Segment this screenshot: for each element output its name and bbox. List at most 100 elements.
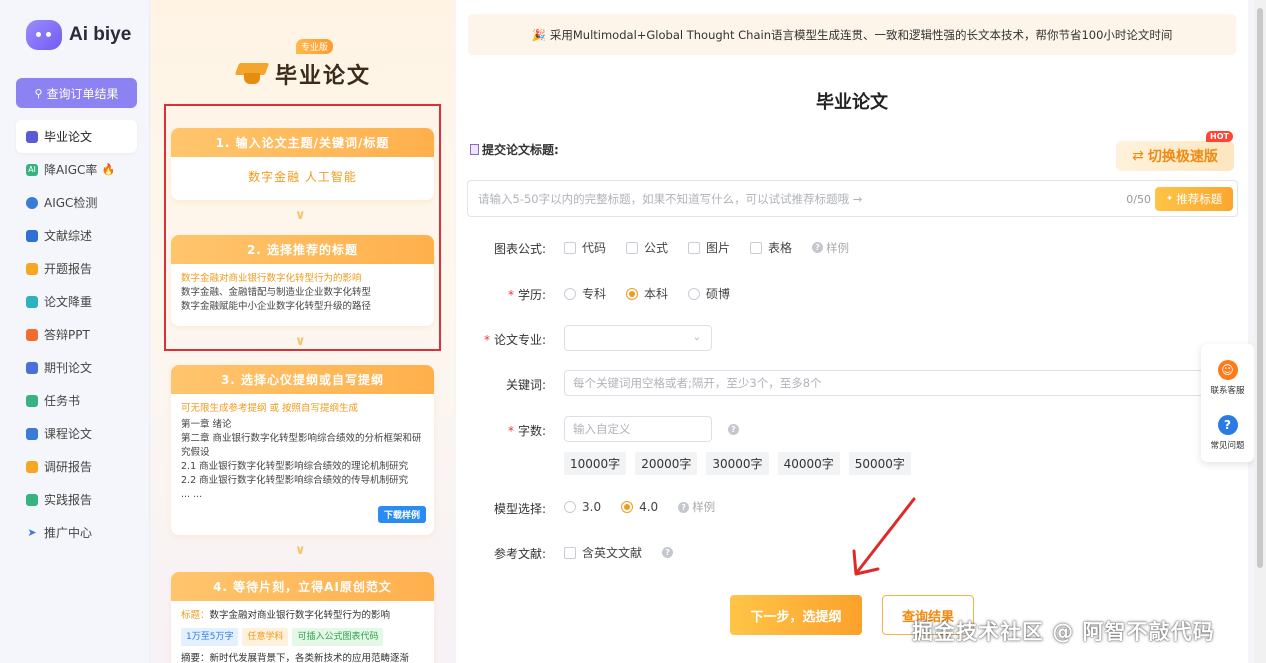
title-placeholder: 请输入5-50字以内的完整标题，如果不知道写什么，可以试试推荐标题哦 → [478,191,863,206]
sidebar-item-promotion[interactable]: ➤ 推广中心 [16,516,137,549]
search-icon: ⚲ [34,86,43,100]
wordcount-chip[interactable]: 50000字 [848,452,911,475]
wordcount-input[interactable]: 输入自定义 [564,416,712,442]
submit-title-text: 提交论文标题: [482,143,559,157]
recommend-title-button[interactable]: ✦ 推荐标题 [1155,187,1233,211]
question-icon: ? [1217,415,1238,435]
sidebar-item-practice[interactable]: 实践报告 [16,483,137,516]
annotation-arrow [852,497,916,576]
sidebar-item-task[interactable]: 任务书 [16,384,137,417]
image-checkbox[interactable]: 图片 [688,239,730,256]
model-radio-4[interactable]: 4.0 [621,500,658,514]
customer-service-label: 联系客服 [1210,386,1245,396]
table-checkbox[interactable]: 表格 [750,239,792,256]
charts-options: 代码 公式 图片 表格 ? 样例 [564,239,849,256]
charts-sample-link[interactable]: ? 样例 [812,240,849,256]
checkbox-label: 代码 [582,241,607,255]
model-radio-3[interactable]: 3.0 [564,500,601,514]
banner-text: 采用Multimodal+Global Thought Chain语言模型生成连… [549,27,1173,42]
checkbox-label: 图片 [706,241,731,255]
watermark-text: 掘金技术社区 @ 阿智不敲代码 [912,620,1215,644]
outline-line: ... ... [181,489,203,500]
radio-circle [564,287,576,300]
page-scrollbar[interactable] [1254,0,1266,663]
refresh-icon [26,295,38,308]
references-label: 参考文献: [493,547,546,561]
wordcount-chip[interactable]: 30000字 [706,452,769,475]
promo-panel: 专业版 毕业论文 1. 输入论文主题/关键词/标题 数字金融 人工智能 ∨ 2.… [151,0,455,663]
checkbox-box [750,241,763,254]
required-mark: * [483,333,490,347]
sidebar-item-literature[interactable]: 文献综述 [16,219,137,252]
wordcount-chip[interactable]: 40000字 [777,452,840,475]
checkbox-box [626,241,639,254]
survey-icon [26,460,38,473]
help-icon[interactable]: ? [728,423,739,435]
step4-card: 4. 等待片刻，立得AI原创范文 标题：数字金融对商业银行数字化转型行为的影响 … [171,572,434,663]
sidebar-item-label: 论文降重 [44,295,93,309]
keywords-control: 每个关键词用空格或者;隔开，至少3个，至多8个 [564,370,1204,396]
sidebar-item-proposal[interactable]: 开题报告 [16,252,137,285]
switch-speed-button[interactable]: ⇄ 切换极速版 [1116,141,1234,171]
checkbox-label: 公式 [644,241,669,255]
outline-line: 2.2 商业银行数字化转型影响综合绩效的传导机制研究 [181,475,409,486]
sidebar-item-label: 期刊论文 [44,361,93,375]
promo-title-text: 毕业论文 [275,64,372,89]
required-mark: * [507,424,514,438]
logo[interactable]: Ai biye [26,20,131,50]
course-icon [26,427,38,440]
radio-label: 4.0 [639,500,659,514]
step3-hint: 可无限生成参考提纲 或 按照自写提纲生成 [181,403,359,414]
highlight-frame [164,104,441,351]
download-sample-button[interactable]: 下载样例 [377,506,426,523]
headset-icon: ☺ [1217,360,1238,380]
degree-options: 专科 本科 硕博 [564,285,750,302]
sidebar-item-course[interactable]: 课程论文 [16,417,137,450]
degree-radio-junior[interactable]: 专科 [564,285,606,302]
sidebar-item-thesis[interactable]: 毕业论文 [16,120,137,153]
pro-tag: 专业版 [296,39,334,54]
step4-abstract: 摘要：新时代发展背景下，各类新技术的应用范畴逐渐 [181,653,410,663]
sidebar-item-label: 开题报告 [44,262,93,276]
hot-badge: HOT [1206,131,1233,142]
faq-button[interactable]: ? 常见问题 [1201,415,1254,451]
graduation-cap-icon [26,130,38,143]
wordcount-chip[interactable]: 10000字 [564,452,627,475]
help-icon[interactable]: ? [662,547,674,558]
major-select[interactable]: ⌄ [564,325,712,351]
degree-radio-bachelor[interactable]: 本科 [626,285,668,302]
degree-radio-master[interactable]: 硕博 [688,285,730,302]
code-checkbox[interactable]: 代码 [564,239,606,256]
customer-service-button[interactable]: ☺ 联系客服 [1201,360,1254,396]
english-refs-checkbox[interactable]: 含英文文献 [564,544,642,561]
wordcount-chip[interactable]: 20000字 [635,452,698,475]
formula-checkbox[interactable]: 公式 [626,239,668,256]
sidebar-item-survey[interactable]: 调研报告 [16,450,137,483]
help-icon: ? [678,501,690,513]
sidebar-item-reduce-aigc[interactable]: AI 降AIGC率 🔥 [16,153,137,186]
sidebar-item-journal[interactable]: 期刊论文 [16,351,137,384]
model-sample-link[interactable]: ? 样例 [678,499,715,515]
sidebar-item-label: 答辩PPT [44,328,90,342]
sidebar-item-label: AIGC检测 [44,196,98,210]
sidebar-item-aigc-detect[interactable]: AIGC检测 [16,186,137,219]
title-input[interactable]: 请输入5-50字以内的完整标题，如果不知道写什么，可以试试推荐标题哦 → 0/5… [467,180,1238,217]
step4-title-key: 标题： [181,610,210,621]
keywords-label: 关键词: [505,378,546,392]
keywords-placeholder: 每个关键词用空格或者;隔开，至少3个，至多8个 [573,376,822,390]
subject-chip: 任意学科 [242,628,289,646]
step4-header: 4. 等待片刻，立得AI原创范文 [171,572,434,601]
query-order-button[interactable]: ⚲ 查询订单结果 [16,78,137,108]
floating-help-panel: ☺ 联系客服 ? 常见问题 [1201,344,1254,462]
next-step-button[interactable]: 下一步，选提纲 [730,595,862,635]
task-icon [26,394,38,407]
journal-icon [26,361,38,374]
send-icon: ➤ [27,525,37,539]
outline-line: 第一章 绪论 [181,419,232,430]
sidebar-item-rewrite[interactable]: 论文降重 [16,285,137,318]
main-form: 🎉 采用Multimodal+Global Thought Chain语言模型生… [456,0,1248,663]
sidebar-item-label: 实践报告 [44,493,93,507]
radio-circle [564,501,576,513]
keywords-input[interactable]: 每个关键词用空格或者;隔开，至少3个，至多8个 [564,370,1204,396]
sidebar-item-ppt[interactable]: 答辩PPT [16,318,137,351]
